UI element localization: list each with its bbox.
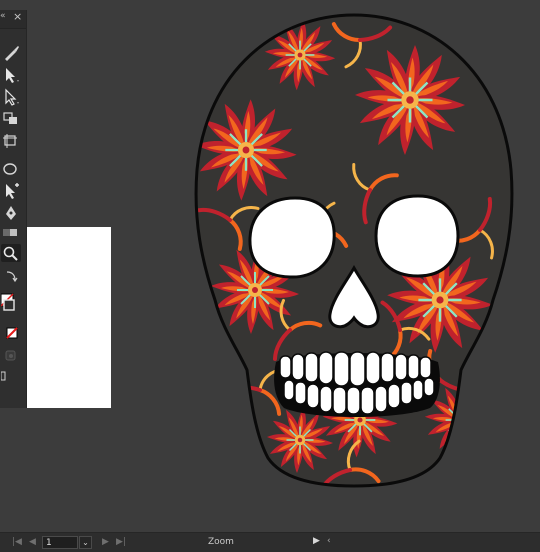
back-icon[interactable]: ‹ [327, 536, 331, 546]
shape-builder-icon[interactable] [1, 110, 21, 128]
collapse-panel-button[interactable]: « [0, 11, 6, 21]
swap-colors-icon[interactable] [1, 268, 21, 286]
anchor-point-icon[interactable] [1, 182, 21, 200]
pen-icon[interactable] [1, 204, 21, 222]
page-dropdown-button[interactable]: ⌄ [79, 536, 92, 549]
status-bar: |◀ ◀ 1 ⌄ ▶ ▶| Zoom ▶ ‹ [0, 532, 540, 552]
next-page-button[interactable]: ▶ [102, 537, 109, 547]
close-panel-button[interactable]: × [13, 10, 22, 23]
first-page-button[interactable]: |◀ [12, 537, 22, 547]
tools-panel: « × [0, 10, 27, 408]
direct-selection-icon[interactable] [1, 88, 21, 106]
last-page-button[interactable]: ▶| [116, 537, 126, 547]
tools-panel-header: « × [0, 10, 26, 29]
white-rectangle-object[interactable] [26, 227, 111, 408]
gradient-icon[interactable] [1, 224, 21, 242]
ellipse-icon[interactable] [1, 160, 21, 178]
draw-mode-icon[interactable] [1, 348, 21, 366]
screen-mode-icon[interactable] [1, 368, 21, 386]
fill-stroke-icon[interactable] [1, 288, 21, 314]
artboard-icon[interactable] [1, 132, 21, 150]
paintbrush-icon[interactable] [1, 44, 21, 62]
none-swatch-icon[interactable] [1, 326, 21, 344]
selection-arrow-icon[interactable] [1, 66, 21, 84]
previous-page-button[interactable]: ◀ [29, 537, 36, 547]
zoom-label: Zoom [208, 537, 234, 547]
zoom-icon[interactable] [1, 244, 21, 262]
left-eye [248, 196, 336, 279]
right-eye [374, 194, 460, 278]
page-number-input[interactable]: 1 [42, 536, 78, 549]
play-icon[interactable]: ▶ [313, 536, 320, 546]
